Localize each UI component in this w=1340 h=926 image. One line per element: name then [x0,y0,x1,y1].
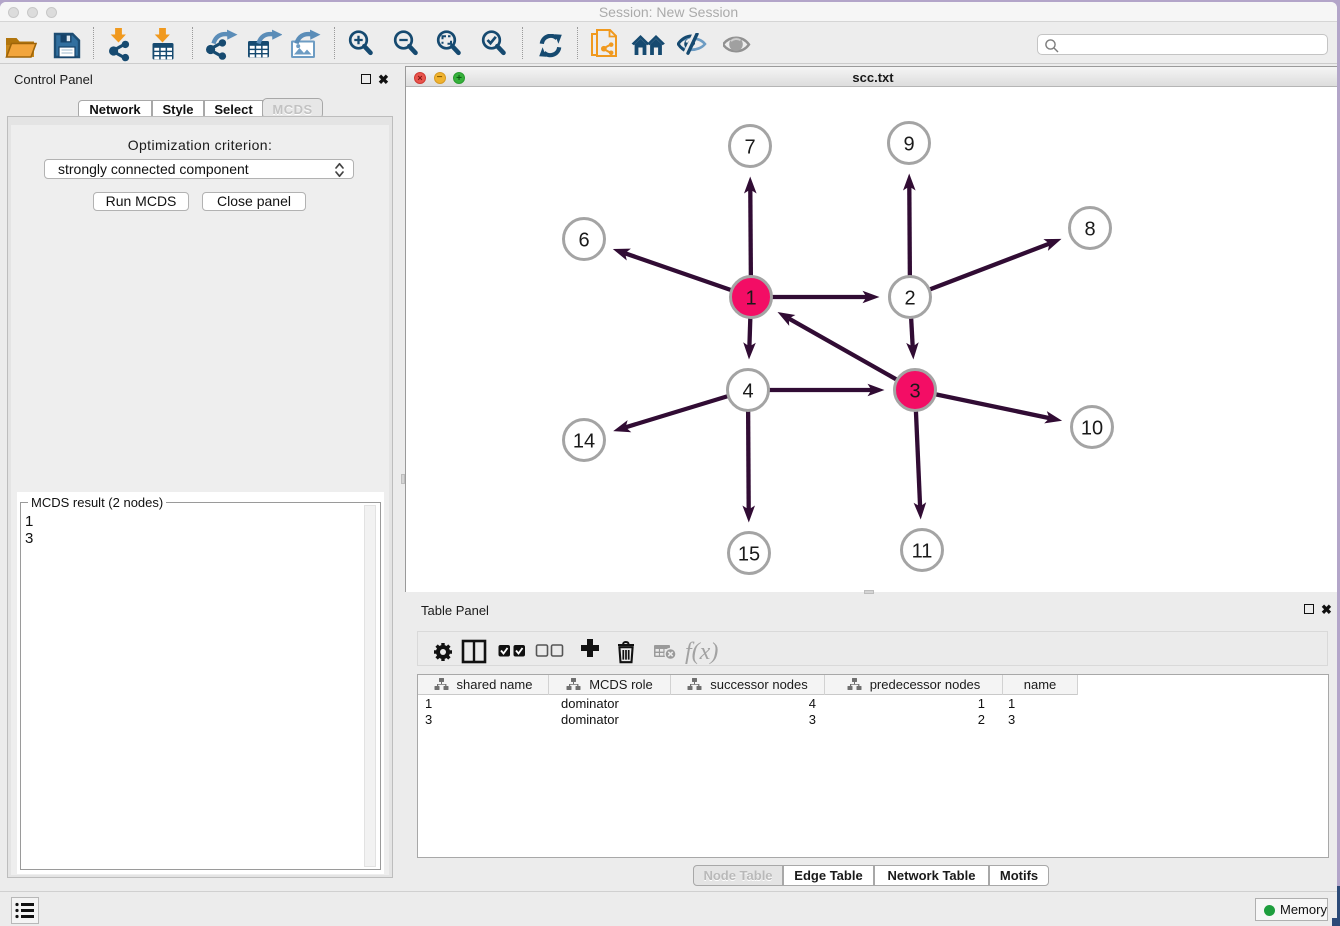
svg-text:2: 2 [904,288,915,310]
svg-text:15: 15 [738,544,760,566]
svg-text:9: 9 [903,134,914,156]
svg-text:14: 14 [573,431,595,453]
svg-text:4: 4 [742,381,753,403]
svg-text:11: 11 [912,541,933,563]
svg-text:10: 10 [1081,418,1103,440]
svg-text:8: 8 [1084,219,1095,241]
svg-text:f(x): f(x) [685,639,718,665]
svg-text:3: 3 [909,381,920,403]
svg-text:7: 7 [744,137,755,159]
svg-text:6: 6 [578,230,589,252]
svg-text:1: 1 [745,288,756,310]
